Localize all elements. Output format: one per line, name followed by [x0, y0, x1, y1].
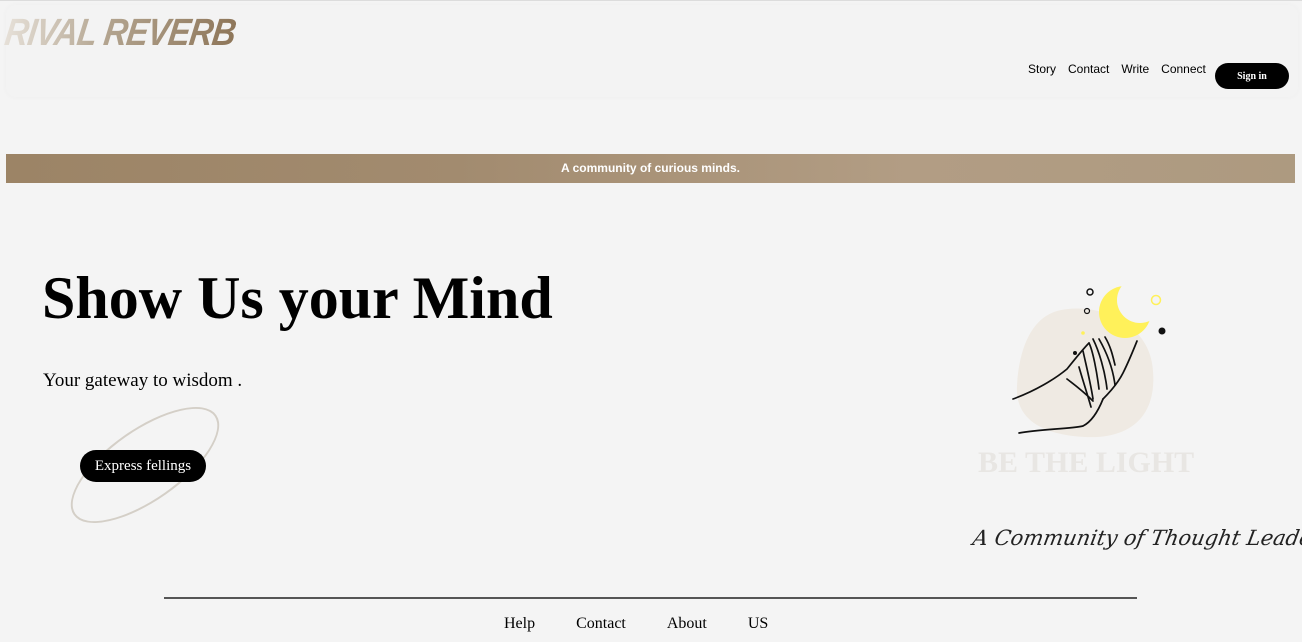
footer-help-link[interactable]: Help: [504, 615, 535, 633]
star-dot: [1086, 288, 1094, 296]
footer-nav: Help Contact About US: [504, 615, 768, 633]
express-feelings-button[interactable]: Express fellings: [80, 450, 206, 482]
star-dot: [1158, 327, 1166, 335]
main-nav: Story Contact Write Connect: [1028, 62, 1206, 76]
hero-title: Show Us your Mind: [42, 265, 553, 331]
crescent-moon-icon: [1099, 281, 1163, 338]
footer-divider: [164, 597, 1137, 599]
community-tagline: A Community of Thought Leaders: [970, 526, 1302, 550]
nav-contact-link[interactable]: Contact: [1068, 62, 1109, 76]
nav-connect-link[interactable]: Connect: [1161, 62, 1206, 76]
sign-in-button[interactable]: Sign in: [1215, 63, 1289, 89]
footer-contact-link[interactable]: Contact: [576, 615, 626, 633]
be-the-light-logo: BE THE LIGHT: [978, 446, 1195, 479]
star-dot: [1073, 351, 1077, 355]
footer-us-link[interactable]: US: [748, 615, 768, 633]
nav-write-link[interactable]: Write: [1121, 62, 1149, 76]
site-logo[interactable]: RIVAL REVERB: [2, 12, 238, 54]
nav-story-link[interactable]: Story: [1028, 62, 1056, 76]
star-dot: [1081, 331, 1085, 335]
footer-about-link[interactable]: About: [667, 615, 707, 633]
hero-subtitle: Your gateway to wisdom .: [43, 370, 243, 391]
community-banner: A community of curious minds.: [6, 154, 1295, 183]
